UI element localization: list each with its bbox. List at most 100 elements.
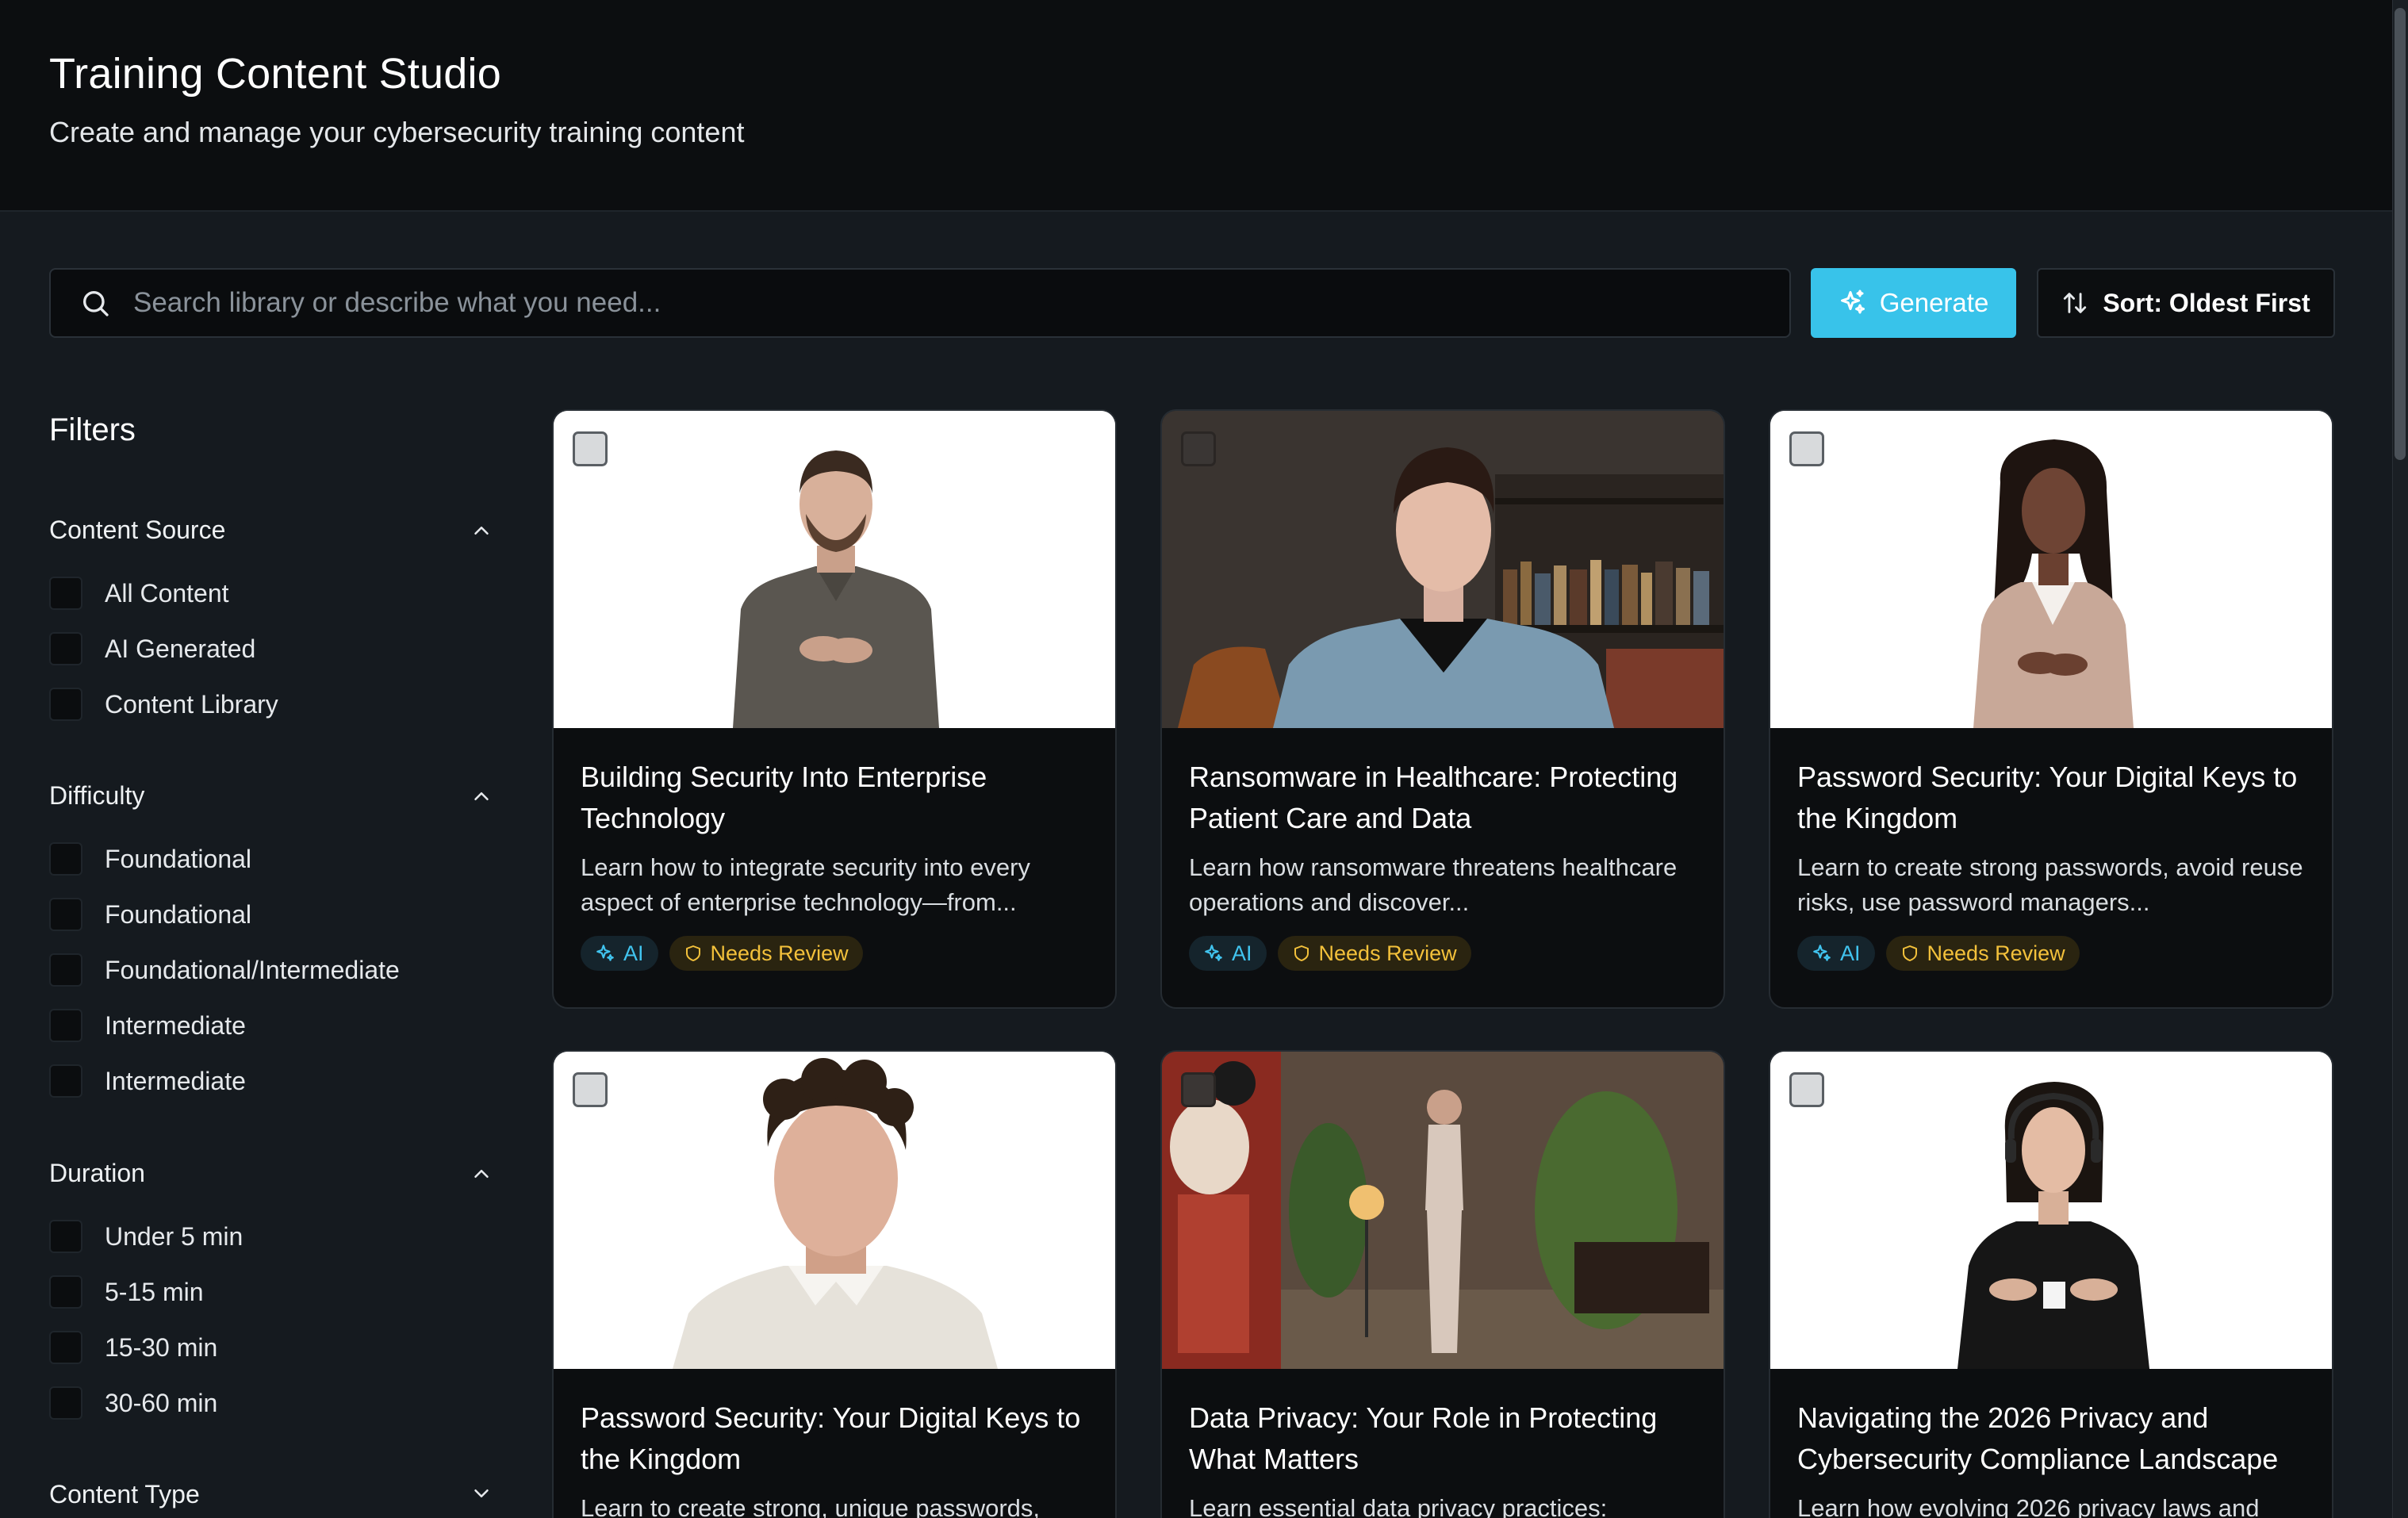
filter-option-label: All Content <box>105 578 229 608</box>
content-card[interactable]: Ransomware in Healthcare: Protecting Pat… <box>1160 409 1725 1009</box>
needs-review-badge: Needs Review <box>1885 936 2080 971</box>
card-title: Password Security: Your Digital Keys to … <box>1797 761 2298 834</box>
filter-option-15-30-min[interactable]: 15-30 min <box>49 1330 217 1365</box>
filter-option-label: 15-30 min <box>105 1332 218 1362</box>
needs-review-badge: Needs Review <box>1277 936 1471 971</box>
ai-badge: AI <box>1189 936 1267 971</box>
select-checkbox[interactable] <box>573 1072 608 1107</box>
filter-checkbox[interactable] <box>49 898 82 931</box>
search-input[interactable] <box>133 270 1789 336</box>
video-thumbnail[interactable] <box>1162 411 1724 728</box>
card-title: Password Security: Your Digital Keys to … <box>581 1401 1081 1475</box>
chevron-up-icon[interactable] <box>470 519 493 542</box>
card-badges: AI Needs Review <box>1797 936 2305 971</box>
card-title: Navigating the 2026 Privacy and Cybersec… <box>1797 1401 2279 1475</box>
filter-option-foundational-intermediate[interactable]: Foundational/Intermediate <box>49 953 400 987</box>
presenter-image <box>554 1052 1115 1369</box>
content-card[interactable]: Building Security Into Enterprise Techno… <box>552 409 1117 1009</box>
card-description: Learn how to integrate security into eve… <box>581 853 1030 916</box>
scrollbar-thumb[interactable] <box>2395 8 2406 460</box>
needs-review-label: Needs Review <box>710 941 849 965</box>
filter-section-difficulty[interactable]: Difficulty <box>49 781 144 811</box>
filter-option-label: 5-15 min <box>105 1277 204 1306</box>
needs-review-label: Needs Review <box>1927 941 2065 965</box>
filter-option-foundational[interactable]: Foundational <box>49 841 251 876</box>
filter-checkbox[interactable] <box>49 953 82 987</box>
page-title: Training Content Studio <box>49 50 501 98</box>
filter-section-content-type[interactable]: Content Type <box>49 1480 200 1509</box>
filter-checkbox[interactable] <box>49 1064 82 1098</box>
card-body: Ransomware in Healthcare: Protecting Pat… <box>1162 728 1724 971</box>
filter-option-5-15-min[interactable]: 5-15 min <box>49 1275 204 1309</box>
filter-checkbox[interactable] <box>49 688 82 721</box>
content-card[interactable]: Data Privacy: Your Role in Protecting Wh… <box>1160 1050 1725 1518</box>
scene-image <box>1162 1052 1724 1369</box>
filter-option-label: Intermediate <box>105 1010 246 1040</box>
select-checkbox[interactable] <box>573 431 608 466</box>
filter-section-duration[interactable]: Duration <box>49 1159 145 1188</box>
card-title: Building Security Into Enterprise Techno… <box>581 761 987 834</box>
select-checkbox[interactable] <box>1181 1072 1216 1107</box>
page-scrollbar[interactable] <box>2392 0 2408 1518</box>
generate-button-label: Generate <box>1879 288 1989 317</box>
ai-badge-label: AI <box>1840 941 1861 965</box>
card-description: Learn to create strong passwords, avoid … <box>1797 853 2303 916</box>
ai-badge: AI <box>581 936 658 971</box>
filter-option-all-content[interactable]: All Content <box>49 576 229 611</box>
filter-checkbox[interactable] <box>49 1275 82 1309</box>
filter-checkbox[interactable] <box>49 632 82 665</box>
shield-icon <box>1294 945 1309 961</box>
filter-checkbox[interactable] <box>49 1386 82 1420</box>
filter-option-ai-generated[interactable]: AI Generated <box>49 631 255 666</box>
video-thumbnail[interactable] <box>554 1052 1115 1369</box>
card-description: Learn how ransomware threatens healthcar… <box>1189 853 1678 916</box>
filter-option-content-library[interactable]: Content Library <box>49 687 278 722</box>
sort-button[interactable]: Sort: Oldest First <box>2037 268 2335 338</box>
filter-option-label: AI Generated <box>105 634 256 663</box>
sparkles-icon <box>1813 945 1831 961</box>
filter-option-foundational[interactable]: Foundational <box>49 897 251 932</box>
sparkles-icon <box>596 945 614 961</box>
filter-option-under-5-min[interactable]: Under 5 min <box>49 1219 243 1254</box>
filter-checkbox[interactable] <box>49 1220 82 1253</box>
chevron-up-icon[interactable] <box>470 1162 493 1186</box>
presenter-image <box>1162 411 1724 728</box>
card-body: Data Privacy: Your Role in Protecting Wh… <box>1162 1369 1724 1518</box>
filter-option-label: 30-60 min <box>105 1388 218 1417</box>
needs-review-label: Needs Review <box>1318 941 1457 965</box>
content-card[interactable]: Password Security: Your Digital Keys to … <box>1769 409 2333 1009</box>
generate-button[interactable]: Generate <box>1811 268 2016 338</box>
filter-checkbox[interactable] <box>49 842 82 876</box>
card-badges: AI Needs Review <box>581 936 1088 971</box>
sparkles-icon <box>1840 289 1865 314</box>
presenter-image <box>1770 1052 2332 1369</box>
chevron-down-icon[interactable] <box>470 1482 493 1505</box>
shield-icon <box>685 945 700 961</box>
filter-checkbox[interactable] <box>49 577 82 610</box>
select-checkbox[interactable] <box>1789 1072 1824 1107</box>
filter-option-label: Foundational/Intermediate <box>105 955 400 984</box>
filter-checkbox[interactable] <box>49 1009 82 1042</box>
select-checkbox[interactable] <box>1181 431 1216 466</box>
video-thumbnail[interactable] <box>1770 411 2332 728</box>
filter-option-label: Foundational <box>105 844 252 873</box>
select-checkbox[interactable] <box>1789 431 1824 466</box>
video-thumbnail[interactable] <box>1162 1052 1724 1369</box>
filter-option-intermediate[interactable]: Intermediate <box>49 1064 246 1098</box>
video-thumbnail[interactable] <box>1770 1052 2332 1369</box>
ai-badge-label: AI <box>623 941 644 965</box>
card-description: Learn essential data privacy practices: <box>1189 1494 1608 1518</box>
card-title: Ransomware in Healthcare: Protecting Pat… <box>1189 761 1678 834</box>
filter-option-intermediate[interactable]: Intermediate <box>49 1008 246 1043</box>
video-thumbnail[interactable] <box>554 411 1115 728</box>
card-body: Password Security: Your Digital Keys to … <box>554 1369 1115 1518</box>
filter-checkbox[interactable] <box>49 1331 82 1364</box>
content-card[interactable]: Navigating the 2026 Privacy and Cybersec… <box>1769 1050 2333 1518</box>
filter-section-content-source[interactable]: Content Source <box>49 516 225 545</box>
content-card[interactable]: Password Security: Your Digital Keys to … <box>552 1050 1117 1518</box>
filter-option-30-60-min[interactable]: 30-60 min <box>49 1386 217 1420</box>
chevron-up-icon[interactable] <box>470 784 493 808</box>
search-bar[interactable] <box>49 268 1791 338</box>
presenter-image <box>554 411 1115 728</box>
card-badges: AI Needs Review <box>1189 936 1697 971</box>
